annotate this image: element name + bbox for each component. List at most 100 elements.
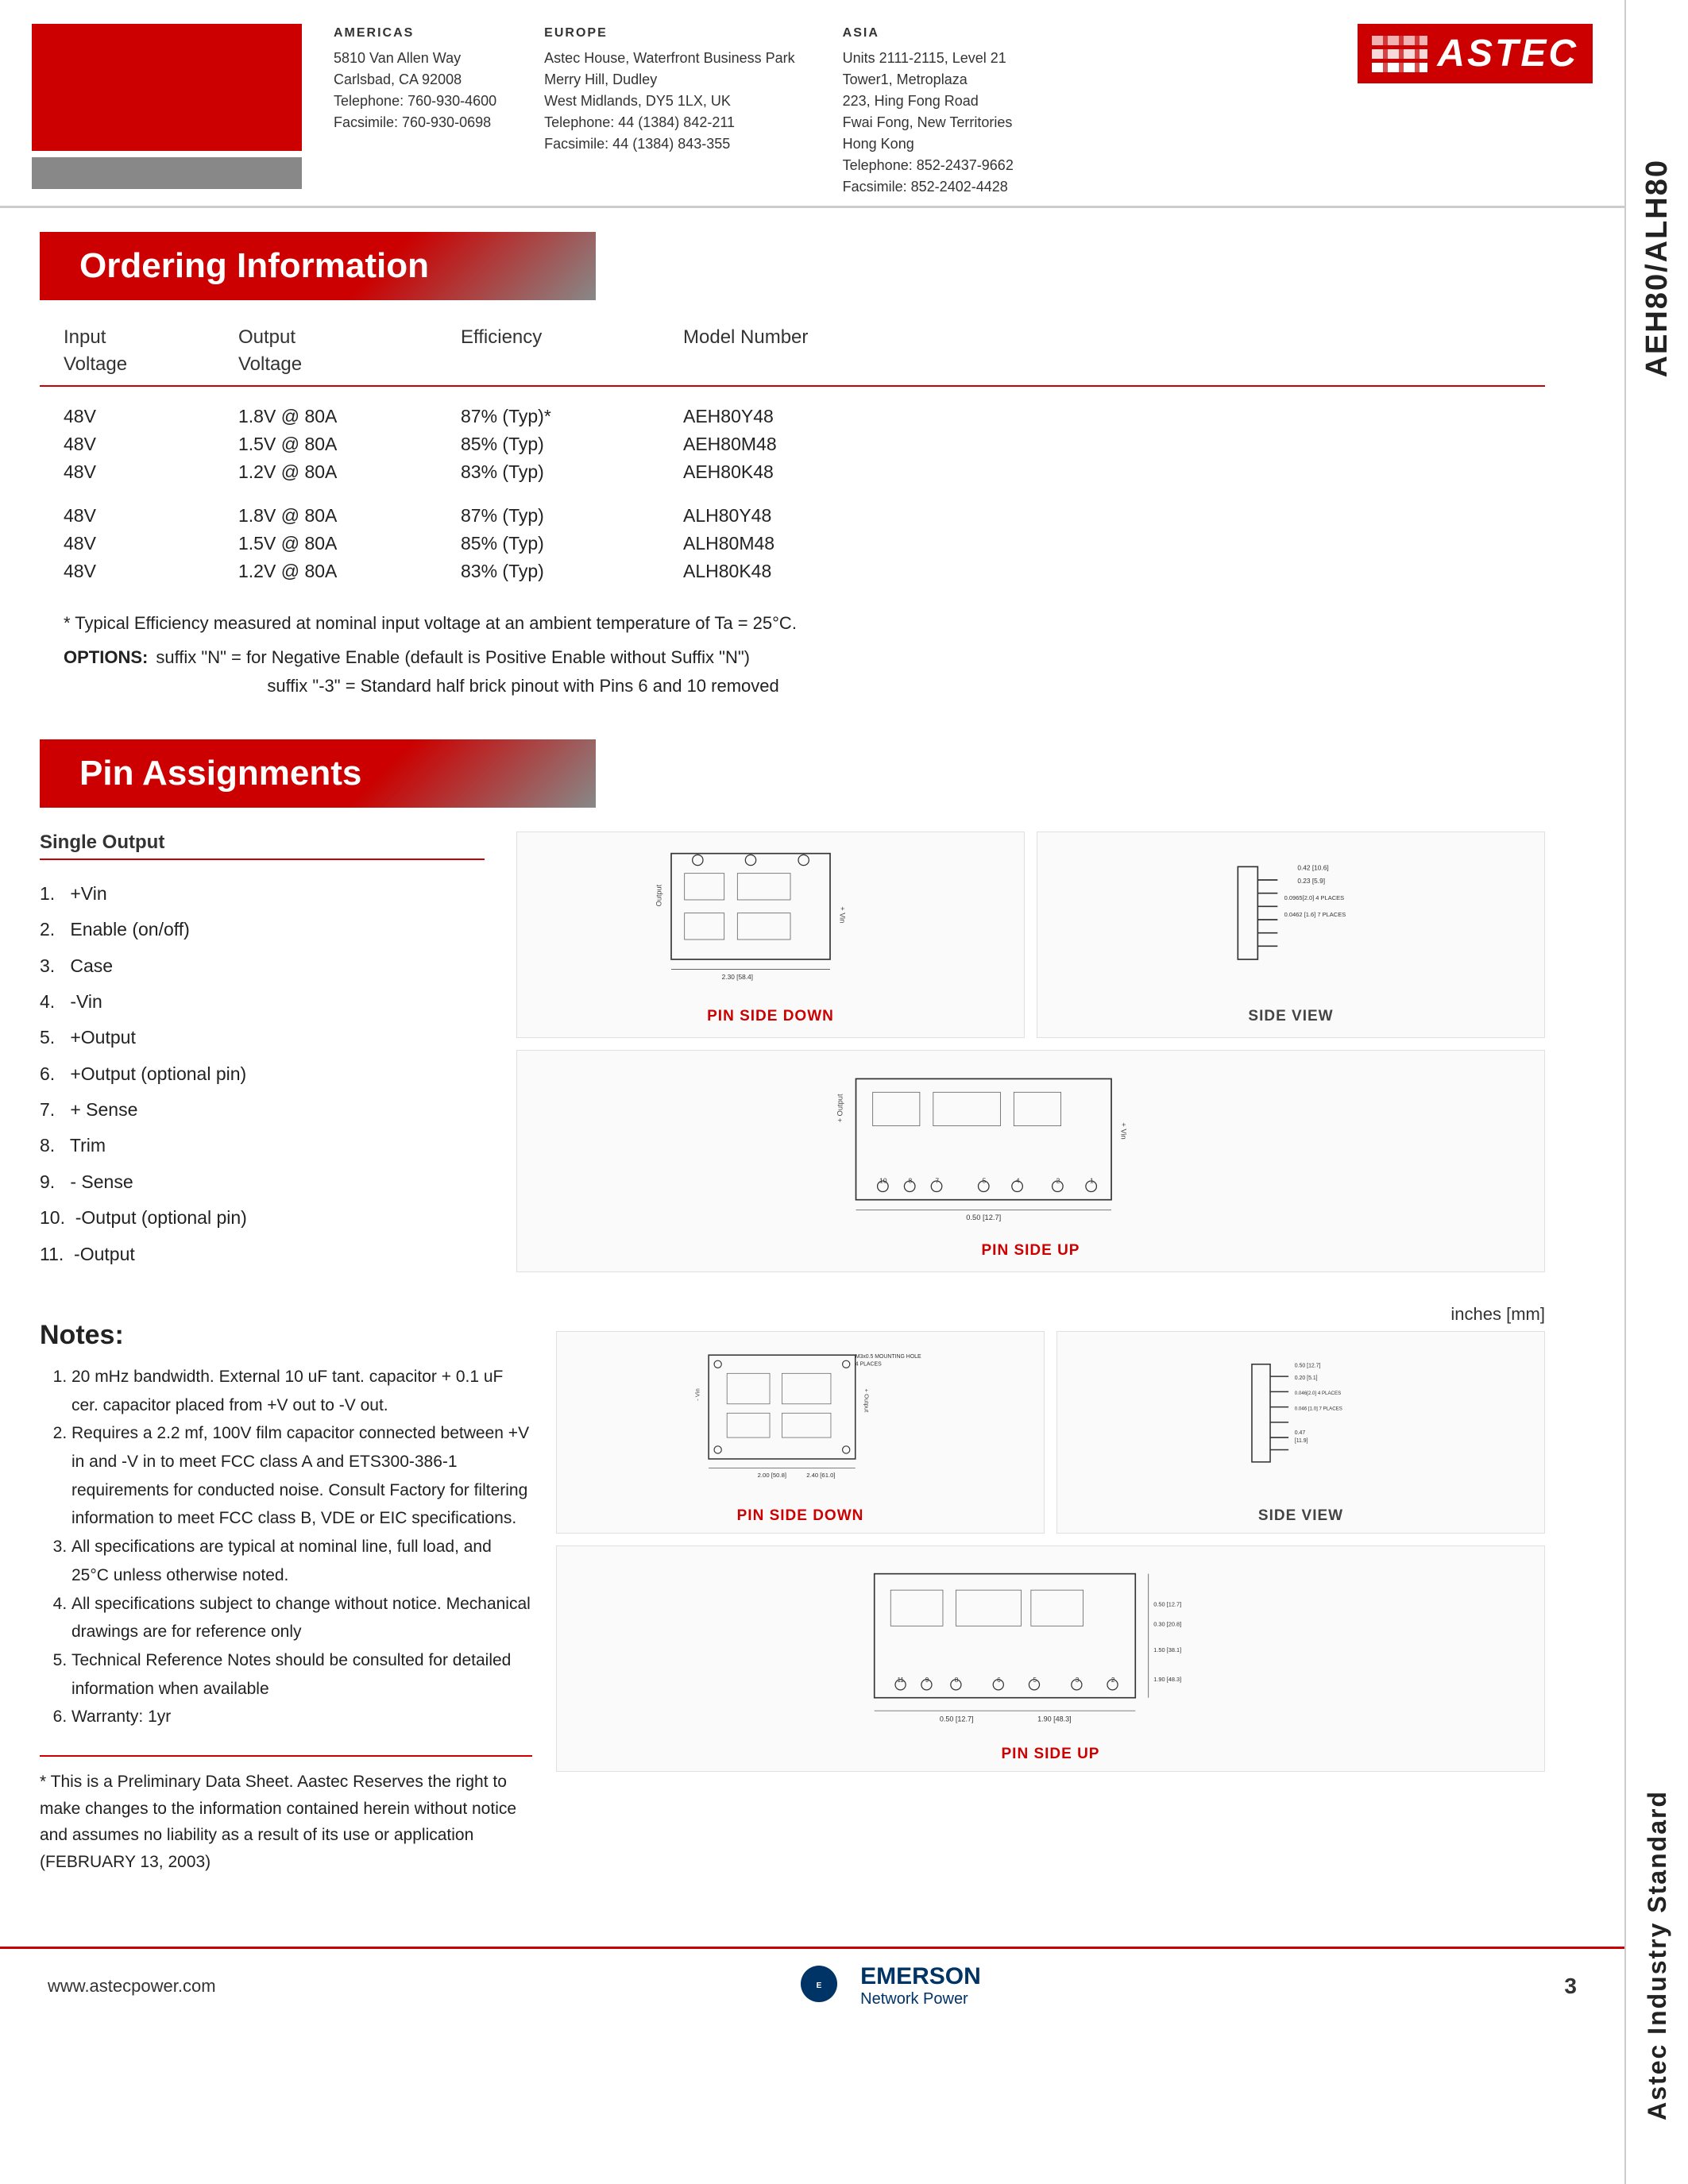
list-item: 3. Case xyxy=(40,948,485,984)
svg-text:- Vin: - Vin xyxy=(694,1388,701,1401)
preliminary-text: * This is a Preliminary Data Sheet. Aast… xyxy=(40,1773,516,1871)
row1-output: 1.8V @ 80A xyxy=(238,406,461,427)
svg-text:7: 7 xyxy=(935,1176,939,1184)
footnote2a: suffix "N" = for Negative Enable (defaul… xyxy=(156,643,778,671)
ordering-section-header: Ordering Information xyxy=(40,232,596,300)
row2-input: 48V xyxy=(64,434,238,455)
svg-text:0.23 [5.9]: 0.23 [5.9] xyxy=(1297,877,1325,885)
pin-list: 1. +Vin 2. Enable (on/off) 3. Case 4. -V… xyxy=(40,876,485,1272)
list-item: 4. -Vin xyxy=(40,984,485,1020)
svg-text:0.50 [12.7]: 0.50 [12.7] xyxy=(940,1715,974,1723)
astec-logo-box: ASTEC xyxy=(1358,24,1593,83)
svg-text:+ Output: + Output xyxy=(863,1389,870,1414)
ordering-group-2: 48V 1.8V @ 80A 87% (Typ) ALH80Y48 48V 1.… xyxy=(40,502,1545,585)
row3-model: AEH80K48 xyxy=(683,461,1521,483)
europe-title: EUROPE xyxy=(544,24,794,43)
pin-side-up-svg: 10 8 7 5 4 2 1 0.50 [12.7] xyxy=(525,1059,1536,1233)
svg-text:0.50 [12.7]: 0.50 [12.7] xyxy=(1153,1601,1181,1608)
diagram-label-side-view: SIDE VIEW xyxy=(1045,1008,1536,1025)
diagram-pin-side-up-upper: 10 8 7 5 4 2 1 0.50 [12.7] xyxy=(516,1050,1545,1272)
row5-input: 48V xyxy=(64,533,238,554)
lower-diagrams-col: inches [mm] xyxy=(556,1304,1545,1772)
ordering-group-1: 48V 1.8V @ 80A 87% (Typ)* AEH80Y48 48V 1… xyxy=(40,403,1545,486)
diagram-label-pin-side-down: PIN SIDE DOWN xyxy=(525,1008,1016,1025)
asia-line3: 223, Hing Fong Road xyxy=(843,91,1014,112)
diagram-lower-pin-side-down-label: PIN SIDE DOWN xyxy=(565,1507,1036,1525)
svg-text:3: 3 xyxy=(1076,1677,1080,1684)
svg-text:0.0965[2.0] 4 PLACES: 0.0965[2.0] 4 PLACES xyxy=(1284,894,1344,901)
pin-assignments-section: Pin Assignments Single Output 1. +Vin 2.… xyxy=(40,739,1545,1876)
col-efficiency: Efficiency xyxy=(461,324,683,377)
col-output: OutputVoltage xyxy=(238,324,461,377)
address-asia: ASIA Units 2111-2115, Level 21 Tower1, M… xyxy=(843,24,1014,198)
address-americas: AMERICAS 5810 Van Allen Way Carlsbad, CA… xyxy=(334,24,496,198)
row2-output: 1.5V @ 80A xyxy=(238,434,461,455)
americas-line2: Carlsbad, CA 92008 xyxy=(334,69,496,91)
svg-text:+ Vin: + Vin xyxy=(1120,1122,1128,1139)
notes-title: Notes: xyxy=(40,1320,532,1351)
svg-text:2.00 [50.8]: 2.00 [50.8] xyxy=(758,1472,786,1479)
notes-col: Notes: 20 mHz bandwidth. External 10 uF … xyxy=(40,1304,532,1875)
list-item: All specifications are typical at nomina… xyxy=(71,1533,532,1589)
red-block-primary xyxy=(32,24,302,151)
svg-text:Output: Output xyxy=(655,884,663,906)
list-item: 7. + Sense xyxy=(40,1092,485,1128)
pin-side-down-svg: Output + Vin 2.30 [58.4] xyxy=(525,840,1016,999)
diagram-side-view-lower: 0.50 [12.7] 0.20 [5.1] 0.046[2.0] 4 PLAC… xyxy=(1056,1331,1545,1534)
asia-line7: Facsimile: 852-2402-4428 xyxy=(843,176,1014,198)
model-vertical-text: AEH80/ALH80 xyxy=(1640,159,1674,377)
right-sidebar: AEH80/ALH80 Astec Industry Standard xyxy=(1624,0,1688,2184)
svg-text:6: 6 xyxy=(997,1677,1001,1684)
ordering-row: 48V 1.2V @ 80A 83% (Typ) AEH80K48 xyxy=(64,458,1521,486)
red-decorative-blocks xyxy=(32,24,334,189)
main-content: Ordering Information InputVoltage Output… xyxy=(0,208,1624,1899)
svg-text:+ Vin: + Vin xyxy=(839,906,847,923)
footnote2-label: OPTIONS: xyxy=(64,643,148,699)
list-item: 11. -Output xyxy=(40,1237,485,1272)
svg-text:10: 10 xyxy=(879,1176,887,1184)
red-block-secondary xyxy=(32,157,302,189)
row3-input: 48V xyxy=(64,461,238,483)
col-input: InputVoltage xyxy=(64,324,238,377)
diagram-pin-side-down-upper: Output + Vin 2.30 [58.4] PIN SIDE DOWN xyxy=(516,832,1025,1038)
footer-url: www.astecpower.com xyxy=(48,1976,216,1997)
svg-text:0.30 [20.8]: 0.30 [20.8] xyxy=(1153,1620,1181,1627)
ordering-col-headers: InputVoltage OutputVoltage Efficiency Mo… xyxy=(40,324,1545,377)
asia-title: ASIA xyxy=(843,24,1014,43)
americas-line3: Telephone: 760-930-4600 xyxy=(334,91,496,112)
footnote2b: suffix "-3" = Standard half brick pinout… xyxy=(156,672,778,700)
ordering-divider-top xyxy=(40,385,1545,387)
svg-text:2: 2 xyxy=(1111,1677,1115,1684)
row1-eff: 87% (Typ)* xyxy=(461,406,683,427)
lower-side-view-svg: 0.50 [12.7] 0.20 [5.1] 0.046[2.0] 4 PLAC… xyxy=(1065,1340,1536,1499)
pin-section-header: Pin Assignments xyxy=(40,739,596,808)
row6-output: 1.2V @ 80A xyxy=(238,561,461,582)
list-item: All specifications subject to change wit… xyxy=(71,1590,532,1646)
list-item: Requires a 2.2 mf, 100V film capacitor c… xyxy=(71,1419,532,1533)
list-item: 6. +Output (optional pin) xyxy=(40,1056,485,1092)
europe-line4: Telephone: 44 (1384) 842-211 xyxy=(544,112,794,133)
ordering-rows-2: 48V 1.8V @ 80A 87% (Typ) ALH80Y48 48V 1.… xyxy=(40,502,1545,585)
list-item: 1. +Vin xyxy=(40,876,485,912)
asia-line5: Hong Kong xyxy=(843,133,1014,155)
row5-output: 1.5V @ 80A xyxy=(238,533,461,554)
row5-eff: 85% (Typ) xyxy=(461,533,683,554)
svg-text:+ Output: + Output xyxy=(836,1094,844,1122)
inches-label: inches [mm] xyxy=(1450,1304,1545,1324)
row4-eff: 87% (Typ) xyxy=(461,505,683,527)
content-area: AMERICAS 5810 Van Allen Way Carlsbad, CA… xyxy=(0,0,1624,2023)
svg-text:5: 5 xyxy=(983,1176,987,1184)
diagram-label-pin-side-up: PIN SIDE UP xyxy=(525,1242,1536,1260)
asia-line1: Units 2111-2115, Level 21 xyxy=(843,48,1014,69)
svg-text:11: 11 xyxy=(897,1677,904,1684)
footnote1: * Typical Efficiency measured at nominal… xyxy=(64,609,1521,637)
svg-text:0.50 [12.7]: 0.50 [12.7] xyxy=(966,1214,1001,1221)
ordering-footnote: * Typical Efficiency measured at nominal… xyxy=(40,609,1545,700)
emerson-svg-icon: E xyxy=(799,1964,839,2004)
svg-text:2: 2 xyxy=(1056,1176,1060,1184)
svg-text:4 PLACES: 4 PLACES xyxy=(856,1361,882,1367)
top-header: AMERICAS 5810 Van Allen Way Carlsbad, CA… xyxy=(0,0,1624,208)
svg-text:0.20 [5.1]: 0.20 [5.1] xyxy=(1295,1376,1318,1381)
notes-section: Notes: 20 mHz bandwidth. External 10 uF … xyxy=(40,1320,532,1731)
svg-text:1.50 [38.1]: 1.50 [38.1] xyxy=(1153,1646,1181,1653)
